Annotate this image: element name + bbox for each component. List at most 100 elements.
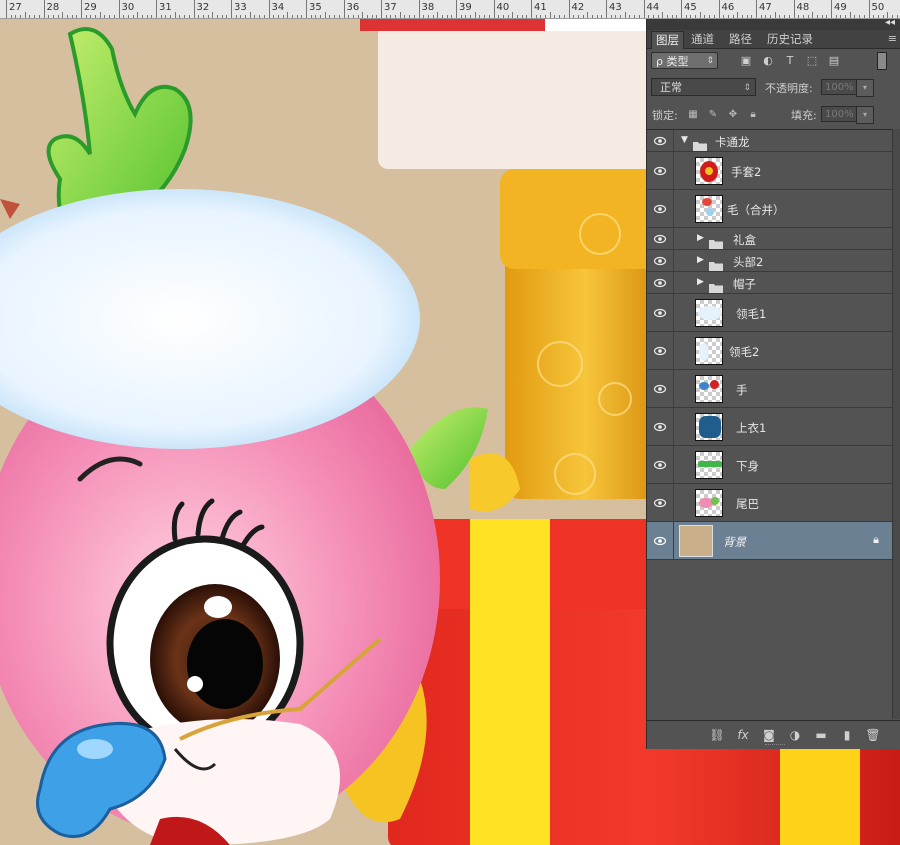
panel-collapse-bar[interactable]: ◂◂ (647, 17, 900, 30)
lock-all-icon[interactable]: 🔒︎ (747, 109, 759, 121)
filter-toggle-switch[interactable] (877, 52, 887, 70)
ruler-minor-tick (849, 12, 851, 18)
ruler-label: 41 (534, 2, 547, 13)
layer-row-tail[interactable]: 尾巴 (647, 484, 893, 522)
ruler-minor-tick (709, 15, 711, 18)
visibility-eye-icon[interactable] (654, 166, 666, 176)
layer-row-hat-group[interactable]: ▶ 帽子 (647, 272, 893, 294)
ruler-minor-tick (29, 15, 31, 18)
adjustment-layer-icon[interactable]: ◑ (787, 727, 803, 743)
resize-grip[interactable] (765, 744, 785, 747)
ruler-minor-tick (502, 15, 504, 18)
ruler-minor-tick (802, 15, 804, 18)
delete-layer-icon[interactable]: 🗑︎ (865, 727, 881, 743)
add-mask-icon[interactable]: ◙ (761, 727, 777, 743)
fill-value: 100% (825, 109, 854, 120)
visibility-eye-icon[interactable] (654, 136, 666, 146)
horizontal-ruler[interactable]: 27 28 29 30 31 32 33 34 35 36 37 38 39 40 41 42 43 44 45 46… (0, 0, 900, 19)
visibility-eye-icon[interactable] (654, 498, 666, 508)
visibility-eye-icon[interactable] (654, 384, 666, 394)
layer-style-fx-icon[interactable]: fx (735, 727, 751, 743)
ruler-major-tick (718, 0, 720, 18)
ruler-minor-tick (399, 12, 401, 18)
ruler-minor-tick (310, 15, 312, 18)
visibility-eye-icon[interactable] (654, 308, 666, 318)
group-collapsed-triangle-icon[interactable]: ▶ (697, 233, 704, 243)
ruler-label: 43 (609, 2, 622, 13)
ruler-minor-tick (362, 12, 364, 18)
layer-row-head2-group[interactable]: ▶ 头部2 (647, 250, 893, 272)
layer-row-glove2[interactable]: 手套2 (647, 152, 893, 190)
ruler-major-tick (156, 0, 157, 18)
visibility-eye-icon[interactable] (654, 346, 666, 356)
group-collapsed-triangle-icon[interactable]: ▶ (697, 277, 704, 287)
visibility-eye-icon[interactable] (654, 422, 666, 432)
ruler-minor-tick (854, 15, 856, 18)
shape-filter-icon[interactable]: ⬚ (805, 54, 819, 68)
tab-layers[interactable]: 图层 (651, 31, 684, 49)
layer-row-top1[interactable]: 上衣1 (647, 408, 893, 446)
ruler-label: 30 (121, 2, 135, 13)
ruler-minor-tick (662, 12, 664, 18)
ruler-minor-tick (774, 12, 776, 18)
ruler-minor-tick (320, 15, 322, 18)
layer-list: ▼ 卡通龙 手套2 毛（合并） ▶ 礼盒 ▶ 头部2 ▶ 帽子 领毛1 领毛2 … (647, 129, 893, 720)
link-layers-icon[interactable]: ⛓︎ (709, 727, 725, 743)
layer-row-cartoon-dragon-group[interactable]: ▼ 卡通龙 (647, 130, 893, 152)
layer-list-scrollbar[interactable] (892, 129, 900, 719)
layer-row-lower-body[interactable]: 下身 (647, 446, 893, 484)
ruler-minor-tick (413, 15, 415, 18)
pixel-filter-icon[interactable]: ▣ (739, 54, 753, 68)
tab-paths[interactable]: 路径 (725, 31, 756, 48)
lock-transparent-icon[interactable]: ▦ (687, 109, 699, 121)
fill-field[interactable]: 100% ▾ (821, 106, 874, 124)
type-filter-icon[interactable]: T (783, 54, 797, 68)
visibility-eye-icon[interactable] (654, 256, 666, 266)
fill-dropdown-arrow-icon[interactable]: ▾ (856, 106, 874, 124)
group-expanded-triangle-icon[interactable]: ▼ (681, 135, 688, 145)
visibility-eye-icon[interactable] (654, 204, 666, 214)
ruler-minor-tick (57, 15, 59, 18)
ruler-minor-tick (751, 15, 753, 18)
ruler-minor-tick (160, 15, 162, 18)
layer-name: 背景 (723, 535, 746, 549)
ruler-major-tick (268, 0, 270, 18)
new-group-icon[interactable]: ▬ (813, 727, 829, 743)
lock-move-icon[interactable]: ✥ (727, 109, 739, 121)
ruler-major-tick (756, 0, 757, 18)
layer-row-hand[interactable]: 手 (647, 370, 893, 408)
ruler-minor-tick (465, 15, 467, 18)
layer-row-giftbox-group[interactable]: ▶ 礼盒 (647, 228, 893, 250)
tab-channels[interactable]: 通道 (687, 31, 718, 48)
ruler-minor-tick (371, 15, 373, 18)
smart-object-filter-icon[interactable]: ▤ (827, 54, 841, 68)
ruler-minor-tick (873, 15, 875, 18)
visibility-eye-icon[interactable] (654, 536, 666, 546)
opacity-dropdown-arrow-icon[interactable]: ▾ (856, 79, 874, 97)
visibility-eye-icon[interactable] (654, 234, 666, 244)
layer-name: 头部2 (733, 255, 764, 269)
visibility-eye-icon[interactable] (654, 460, 666, 470)
layer-row-collar-fur1[interactable]: 领毛1 (647, 294, 893, 332)
ruler-label: 28 (46, 2, 60, 13)
adjustment-filter-icon[interactable]: ◐ (761, 54, 775, 68)
ruler-minor-tick (826, 15, 828, 18)
collapse-panel-icon[interactable]: ◂◂ (885, 17, 895, 28)
group-collapsed-triangle-icon[interactable]: ▶ (697, 255, 704, 265)
layer-name: 帽子 (733, 277, 756, 291)
visibility-eye-icon[interactable] (654, 278, 666, 288)
blend-mode-select[interactable]: 正常 ⇕ (651, 78, 756, 96)
filter-kind-select[interactable]: ρ 类型 ⇕ (651, 52, 718, 69)
new-layer-icon[interactable]: ▮ (839, 727, 855, 743)
ruler-minor-tick (807, 15, 809, 18)
layer-row-background[interactable]: 背景 🔒︎ (647, 522, 893, 560)
opacity-field[interactable]: 100% ▾ (821, 79, 874, 97)
layer-row-collar-fur2[interactable]: 领毛2 (647, 332, 893, 370)
ruler-minor-tick (437, 12, 439, 18)
layer-row-fur-merged[interactable]: 毛（合并） (647, 190, 893, 228)
lock-brush-icon[interactable]: ✎ (707, 109, 719, 121)
ruler-minor-tick (34, 15, 36, 18)
tab-history[interactable]: 历史记录 (763, 31, 817, 48)
panel-menu-icon[interactable]: ≡ (888, 32, 897, 45)
ruler-minor-tick (545, 15, 547, 18)
